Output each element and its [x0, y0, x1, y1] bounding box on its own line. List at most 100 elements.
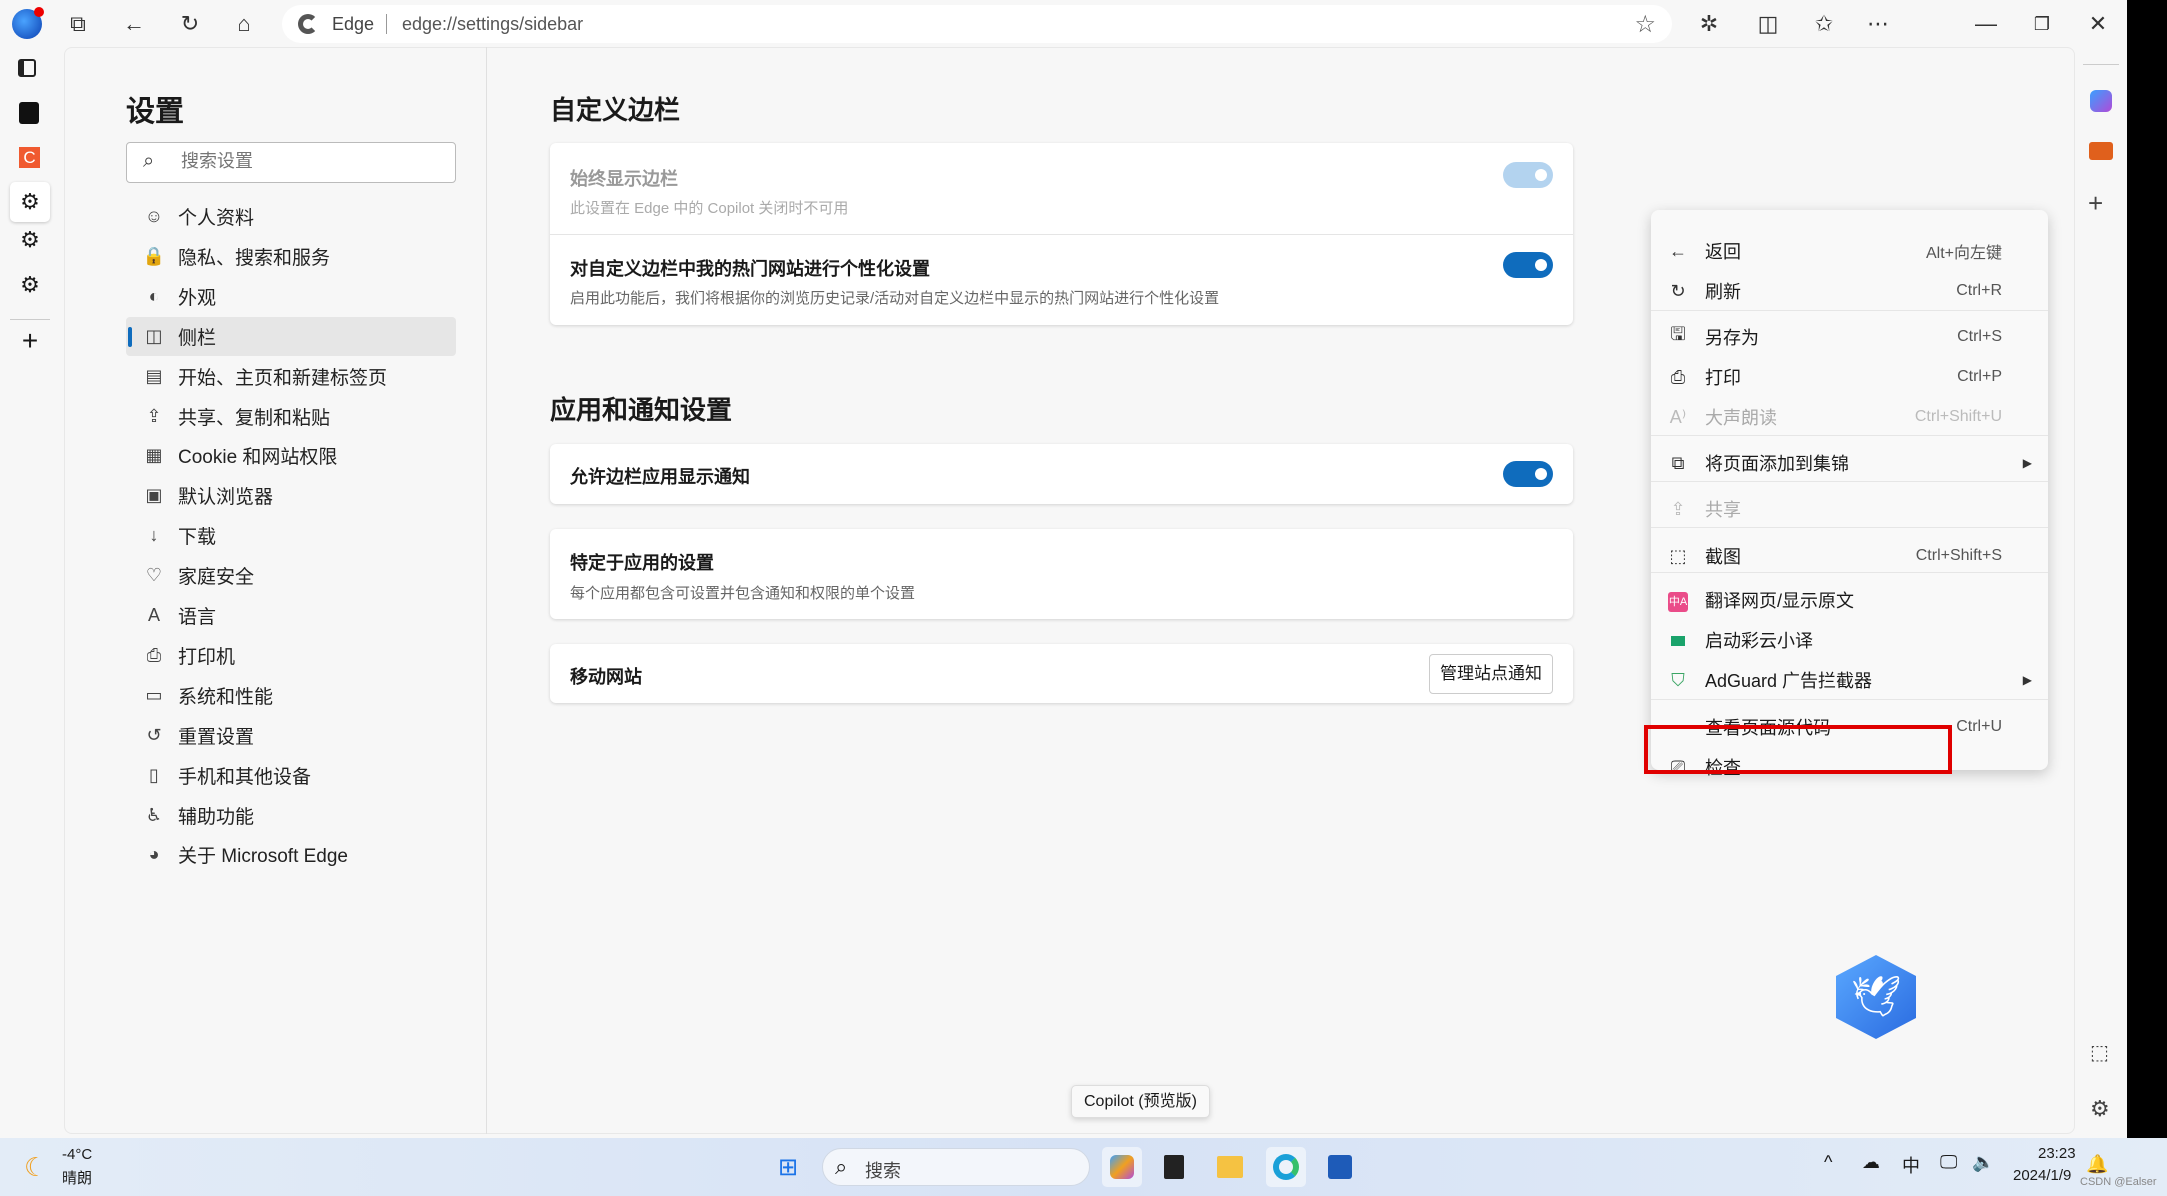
menu-item-label: 将页面添加到集锦: [1705, 454, 1849, 474]
manage-site-notifications-button[interactable]: 管理站点通知: [1429, 654, 1553, 694]
menu-item[interactable]: ⎙ 打印 Ctrl+P: [1651, 357, 2048, 397]
refresh-icon[interactable]: ↻: [176, 10, 204, 38]
menu-separator: [1651, 435, 2048, 436]
taskbar-search[interactable]: ⌕ 搜索: [822, 1148, 1090, 1186]
nav-item-label: 个人资料: [178, 208, 255, 229]
address-bar[interactable]: Edge edge://settings/sidebar ☆: [282, 5, 1672, 43]
clock-date[interactable]: 2024/1/9: [2013, 1167, 2071, 1184]
tab-actions-icon[interactable]: ⧉: [64, 10, 92, 38]
nav-item[interactable]: ▭ 系统和性能: [126, 676, 456, 715]
nav-item[interactable]: ▦ Cookie 和网站权限: [126, 436, 456, 475]
allow-notify-toggle[interactable]: [1503, 461, 1553, 487]
phone-icon: ▯: [149, 764, 159, 785]
terminal-taskbar-icon[interactable]: [1154, 1147, 1194, 1187]
extensions-icon[interactable]: ✲: [1695, 10, 1723, 38]
favorite-star-icon[interactable]: ☆: [1634, 10, 1656, 39]
file-explorer-taskbar-icon[interactable]: [1210, 1147, 1250, 1187]
mobile-title: 移动网站: [570, 667, 642, 687]
tab-settings-3[interactable]: ⚙: [10, 272, 50, 298]
menu-item-shortcut: Ctrl+Shift+S: [1915, 547, 2002, 564]
tab-favicon-c[interactable]: C: [19, 147, 40, 168]
nav-item[interactable]: ▣ 默认浏览器: [126, 476, 456, 515]
nav-item[interactable]: ⇪ 共享、复制和粘贴: [126, 397, 456, 436]
store-taskbar-icon[interactable]: [1320, 1147, 1360, 1187]
personalize-title: 对自定义边栏中我的热门网站进行个性化设置: [570, 259, 930, 279]
onedrive-icon[interactable]: ☁: [1862, 1152, 1880, 1173]
section-customize-sidebar: 自定义边栏: [550, 95, 681, 125]
nav-item-label: 隐私、搜索和服务: [178, 247, 331, 269]
profile-avatar[interactable]: [12, 7, 44, 39]
section-app-notifications: 应用和通知设置: [550, 395, 733, 425]
nav-item[interactable]: ▯ 手机和其他设备: [126, 756, 456, 795]
back-icon[interactable]: ←: [120, 10, 148, 38]
menu-item[interactable]: ⧉ 将页面添加到集锦 ▶: [1651, 443, 2048, 483]
tab-favicon-app[interactable]: [19, 102, 39, 124]
menu-item[interactable]: ⛉ AdGuard 广告拦截器 ▶: [1651, 660, 2048, 700]
ime-indicator[interactable]: 中: [1902, 1152, 1920, 1178]
nav-item[interactable]: ↓ 下载: [126, 516, 456, 555]
personalize-toggle[interactable]: [1503, 252, 1553, 278]
menu-item[interactable]: 启动彩云小译: [1651, 620, 2048, 660]
nav-item-label: 下载: [178, 527, 217, 549]
menu-item[interactable]: ⇪ 共享: [1651, 489, 2048, 529]
sidebar-settings-icon[interactable]: ⚙: [2090, 1096, 2110, 1122]
menu-item[interactable]: 🖫 另存为 Ctrl+S: [1651, 317, 2048, 357]
tray-chevron-icon[interactable]: ^: [1824, 1152, 1832, 1173]
copilot-icon[interactable]: [2090, 90, 2112, 112]
clock-time[interactable]: 23:23: [2038, 1145, 2076, 1162]
nav-item[interactable]: ♿ 辅助功能: [126, 796, 456, 835]
home-icon: ▤: [145, 365, 163, 386]
nav-item[interactable]: 🔒 隐私、搜索和服务: [126, 237, 456, 276]
nav-item[interactable]: ◫ 侧栏: [126, 316, 456, 356]
taskbar-search-text: 搜索: [865, 1161, 901, 1181]
nav-item[interactable]: ☺ 个人资料: [126, 197, 456, 236]
minimize-icon[interactable]: —: [1972, 10, 2000, 38]
tab-panel-icon[interactable]: [18, 59, 36, 77]
more-menu-icon[interactable]: ⋯: [1864, 10, 1892, 38]
search-input[interactable]: [181, 151, 431, 172]
weather-moon-icon[interactable]: ☾: [24, 1152, 47, 1183]
nav-item[interactable]: ◐ 外观: [126, 277, 456, 316]
nav-item[interactable]: ⎙ 打印机: [126, 636, 456, 675]
nav-item[interactable]: ↺ 重置设置: [126, 716, 456, 755]
menu-item[interactable]: ⬚ 截图 Ctrl+Shift+S: [1651, 536, 2048, 576]
weather-temp[interactable]: -4°C: [62, 1146, 92, 1163]
search-icon: ⌕: [143, 150, 155, 172]
notification-bell-icon[interactable]: 🔔: [2086, 1154, 2108, 1175]
nav-item[interactable]: ◕ 关于 Microsoft Edge: [126, 835, 456, 874]
always-show-toggle[interactable]: [1503, 162, 1553, 188]
menu-item[interactable]: ↻ 刷新 Ctrl+R: [1651, 271, 2048, 311]
nav-item[interactable]: ♡ 家庭安全: [126, 556, 456, 595]
menu-item[interactable]: ← 返回 Alt+向左键: [1651, 231, 2048, 271]
split-screen-icon[interactable]: ◫: [1754, 10, 1782, 38]
favorites-icon[interactable]: ✩: [1810, 10, 1838, 38]
home-icon[interactable]: ⌂: [230, 10, 258, 38]
nav-item[interactable]: A 语言: [126, 596, 456, 635]
app-specific-card[interactable]: 特定于应用的设置 每个应用都包含可设置并包含通知和权限的单个设置: [550, 529, 1573, 619]
new-tab-icon[interactable]: +: [10, 325, 50, 357]
menu-separator: [1651, 310, 2048, 311]
address-url[interactable]: edge://settings/sidebar: [402, 14, 583, 35]
menu-item[interactable]: 中A 翻译网页/显示原文: [1651, 580, 2048, 620]
nav-item-label: 系统和性能: [178, 686, 274, 708]
restore-icon[interactable]: ❐: [2028, 10, 2056, 38]
edge-taskbar-icon[interactable]: [1266, 1147, 1306, 1187]
weather-desc[interactable]: 晴朗: [62, 1167, 92, 1188]
add-sidebar-app-icon[interactable]: +: [2088, 188, 2103, 219]
start-button[interactable]: ⊞: [768, 1147, 808, 1187]
sidebar-divider: [2083, 64, 2119, 65]
black-edge: [2127, 0, 2167, 1138]
network-icon[interactable]: 🖵: [1940, 1152, 1957, 1173]
nav-item[interactable]: ▤ 开始、主页和新建标签页: [126, 357, 456, 396]
settings-search[interactable]: ⌕: [126, 142, 456, 183]
menu-item[interactable]: A⁾ 大声朗读 Ctrl+Shift+U: [1651, 397, 2048, 437]
screenshot-sidebar-icon[interactable]: ⬚: [2090, 1040, 2109, 1065]
volume-icon[interactable]: 🔈: [1972, 1152, 1994, 1173]
context-menu: ← 返回 Alt+向左键 ↻ 刷新 Ctrl+R 🖫 另存为 Ctrl+S ⎙ 打印 Ctrl+P A⁾…: [1651, 210, 2048, 778]
tab-settings-active[interactable]: ⚙: [10, 182, 50, 222]
tools-icon[interactable]: [2089, 142, 2113, 160]
save-as-icon: 🖫: [1670, 324, 1686, 344]
tab-settings-2[interactable]: ⚙: [10, 227, 50, 253]
copilot-pre-taskbar-icon[interactable]: [1102, 1147, 1142, 1187]
close-icon[interactable]: ✕: [2084, 10, 2112, 38]
